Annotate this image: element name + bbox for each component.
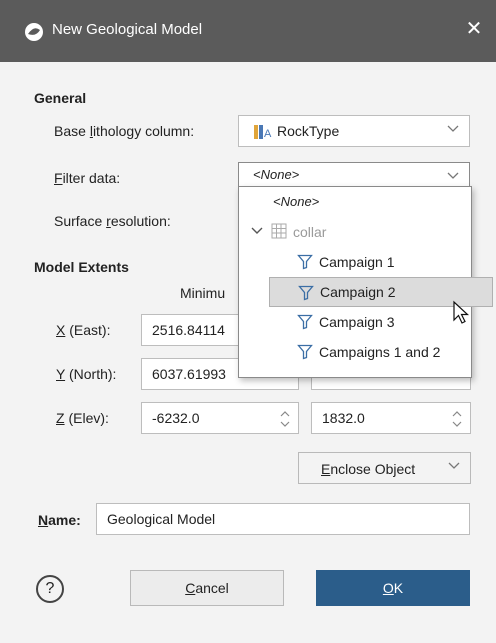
filter-data-select[interactable]: <None> bbox=[238, 162, 470, 188]
filter-icon bbox=[297, 314, 313, 330]
filter-data-label: Filter data: bbox=[54, 170, 121, 186]
name-value: Geological Model bbox=[107, 511, 216, 527]
base-lithology-value: RockType bbox=[277, 123, 340, 139]
dropdown-option-campaign-1[interactable]: Campaign 1 bbox=[239, 247, 471, 277]
filter-icon bbox=[297, 254, 313, 270]
filter-icon bbox=[298, 285, 314, 301]
ok-label: OK bbox=[382, 580, 404, 596]
mouse-cursor-icon bbox=[453, 300, 470, 324]
surface-resolution-label: Surface resolution: bbox=[54, 213, 171, 229]
spinner-icon bbox=[452, 411, 462, 427]
chevron-down-icon bbox=[447, 125, 459, 132]
close-icon: ✕ bbox=[465, 18, 483, 40]
filter-data-value: <None> bbox=[253, 167, 300, 182]
enclose-object-label: Enclose Object bbox=[321, 461, 416, 477]
chevron-down-icon bbox=[251, 227, 263, 234]
table-column-icon: A bbox=[254, 125, 272, 140]
title-bar: New Geological Model ✕ bbox=[0, 0, 496, 62]
dropdown-option-none[interactable]: <None> bbox=[239, 187, 471, 217]
general-heading: General bbox=[34, 90, 87, 106]
chevron-down-icon bbox=[447, 172, 459, 179]
y-min-value: 6037.61993 bbox=[152, 366, 226, 382]
dropdown-option-campaigns-1-and-2[interactable]: Campaigns 1 and 2 bbox=[239, 337, 471, 367]
z-max-input[interactable]: 1832.0 bbox=[311, 402, 471, 434]
z-elev-label: Z (Elev): bbox=[56, 410, 109, 426]
help-button[interactable]: ? bbox=[36, 575, 64, 603]
dropdown-group-collar[interactable]: collar bbox=[239, 217, 471, 247]
svg-text:A: A bbox=[264, 128, 272, 140]
x-east-label: X (East): bbox=[56, 322, 111, 338]
spinner-icon bbox=[280, 411, 290, 427]
base-lithology-label: Base lithology column: bbox=[54, 123, 195, 139]
model-extents-heading: Model Extents bbox=[34, 259, 129, 275]
enclose-object-button[interactable]: Enclose Object bbox=[298, 452, 471, 484]
window-title: New Geological Model bbox=[52, 21, 203, 38]
y-north-label: Y (North): bbox=[56, 366, 117, 382]
cancel-button[interactable]: Cancel bbox=[130, 570, 284, 606]
name-label: Name: bbox=[38, 512, 81, 528]
dropdown-option-campaign-3[interactable]: Campaign 3 bbox=[239, 307, 471, 337]
name-input[interactable]: Geological Model bbox=[96, 503, 470, 535]
chevron-down-icon bbox=[448, 462, 460, 469]
cancel-label: Cancel bbox=[185, 580, 229, 596]
help-icon: ? bbox=[45, 580, 55, 597]
ok-button[interactable]: OK bbox=[316, 570, 470, 606]
x-min-input[interactable]: 2516.84114 bbox=[141, 314, 241, 346]
x-min-value: 2516.84114 bbox=[152, 322, 225, 338]
z-min-value: -6232.0 bbox=[152, 410, 200, 426]
z-max-value: 1832.0 bbox=[322, 410, 365, 426]
z-min-input[interactable]: -6232.0 bbox=[141, 402, 299, 434]
close-button[interactable]: ✕ bbox=[462, 16, 486, 42]
filter-data-dropdown: <None> collar Campaign 1 Campaign 2 Camp… bbox=[238, 186, 493, 378]
filter-icon bbox=[297, 344, 313, 360]
base-lithology-select[interactable]: A RockType bbox=[238, 115, 470, 147]
table-icon bbox=[271, 223, 287, 239]
app-icon bbox=[25, 23, 43, 41]
minimum-column-header: Minimu bbox=[180, 285, 226, 301]
